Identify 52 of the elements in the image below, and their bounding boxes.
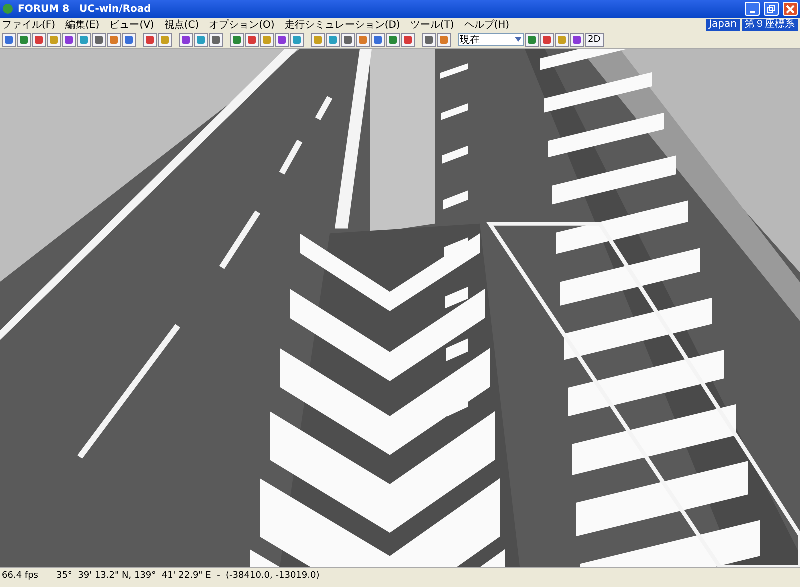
toolbar-icon[interactable]: [230, 32, 244, 46]
toolbar-icon[interactable]: [17, 32, 31, 46]
toolbar-icon[interactable]: [77, 32, 91, 46]
toolbar-icon[interactable]: [422, 32, 436, 46]
toolbar-icon[interactable]: [260, 32, 274, 46]
toolbar-icon[interactable]: [540, 32, 554, 46]
viewpoint-dropdown[interactable]: 現在: [458, 33, 524, 46]
toolbar-icon[interactable]: [356, 32, 370, 46]
toolbar-icon[interactable]: [326, 32, 340, 46]
toolbar-icon[interactable]: [311, 32, 325, 46]
window-title: FORUM 8 UC-win/Road: [18, 3, 152, 16]
toolbar-icon[interactable]: [290, 32, 304, 46]
fps-text: 66.4 fps: [2, 570, 38, 580]
toolbar-icon[interactable]: [194, 32, 208, 46]
toolbar-icon[interactable]: [179, 32, 193, 46]
view-mode-button[interactable]: 2D: [585, 32, 604, 46]
menu-item[interactable]: ヘルプ(H): [464, 18, 510, 32]
toolbar-icon[interactable]: [143, 32, 157, 46]
status-badge: 第９座標系: [742, 18, 798, 30]
toolbar-icon[interactable]: [275, 32, 289, 46]
app-logo-icon: [2, 3, 14, 15]
toolbar-icon[interactable]: [437, 32, 451, 46]
toolbar-icon[interactable]: [47, 32, 61, 46]
toolbar-icon[interactable]: [386, 32, 400, 46]
toolbar-icon[interactable]: [32, 32, 46, 46]
toolbar-icon[interactable]: [570, 32, 584, 46]
toolbar-icon[interactable]: [209, 32, 223, 46]
toolbar-icon[interactable]: [555, 32, 569, 46]
toolbar-icon[interactable]: [62, 32, 76, 46]
minimize-icon[interactable]: [745, 2, 760, 16]
menu-item[interactable]: ビュー(V): [110, 18, 154, 32]
restore-icon[interactable]: [764, 2, 779, 16]
menu-item[interactable]: ファイル(F): [2, 18, 56, 32]
menu-item[interactable]: ツール(T): [410, 18, 454, 32]
toolbar-icon[interactable]: [371, 32, 385, 46]
toolbar-icon[interactable]: [107, 32, 121, 46]
toolbar-icon[interactable]: [2, 32, 16, 46]
menu-item[interactable]: 編集(E): [66, 18, 100, 32]
status-badge: Japan: [706, 18, 740, 30]
toolbar-icon[interactable]: [158, 32, 172, 46]
menu-item[interactable]: 視点(C): [164, 18, 200, 32]
toolbar-icon[interactable]: [92, 32, 106, 46]
menu-item[interactable]: 走行シミュレーション(D): [284, 18, 400, 32]
dropdown-arrow-icon[interactable]: [515, 37, 522, 42]
toolbar-icon[interactable]: [245, 32, 259, 46]
position-text: 35° 39' 13.2" N, 139° 41' 22.9" E - (-38410.0, -13019.0): [56, 570, 320, 580]
toolbar-icon[interactable]: [401, 32, 415, 46]
close-icon[interactable]: [783, 2, 798, 16]
toolbar-icon[interactable]: [122, 32, 136, 46]
menu-item[interactable]: オプション(O): [209, 18, 275, 32]
toolbar-icon[interactable]: [341, 32, 355, 46]
toolbar-icon[interactable]: [525, 32, 539, 46]
